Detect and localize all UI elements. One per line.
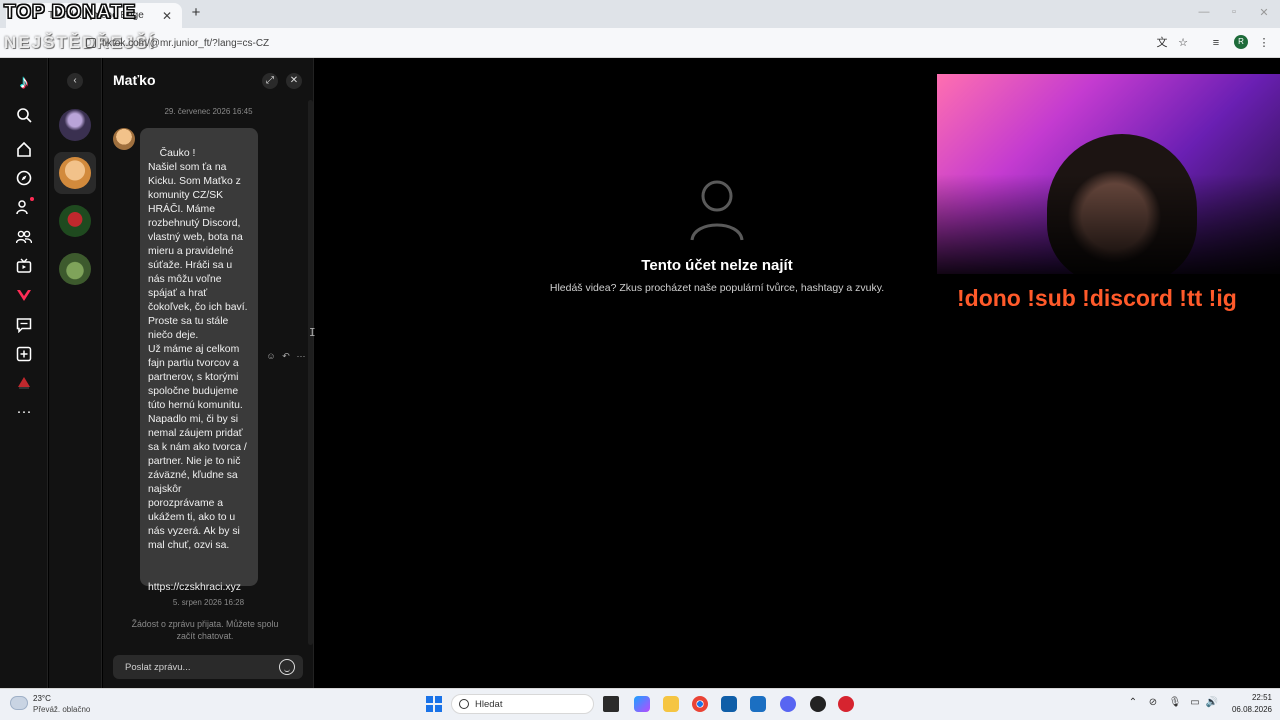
conversation-avatar-melon[interactable] — [59, 205, 91, 237]
volume-icon[interactable]: 🔊 — [1205, 697, 1219, 708]
new-tab-button[interactable]: + — [188, 5, 204, 21]
message-input[interactable] — [113, 655, 273, 679]
search-icon[interactable] — [12, 103, 36, 127]
minimize-icon[interactable]: — — [1196, 6, 1212, 18]
copilot-icon[interactable] — [634, 696, 650, 712]
user-placeholder-icon — [690, 180, 744, 241]
nav-rail: ♪ ··· — [0, 58, 48, 688]
text-cursor-icon: I — [309, 326, 316, 339]
clock-date[interactable]: 06.08.2026 — [1224, 705, 1272, 714]
sender-avatar[interactable] — [113, 128, 135, 150]
shop-icon[interactable] — [12, 283, 36, 307]
expand-chat-button[interactable]: ⤢ — [262, 73, 278, 89]
stream-overlay-title: TOP DONATE — [3, 2, 137, 24]
profile-icon[interactable]: R — [1234, 35, 1248, 49]
conversation-avatar-matko[interactable] — [59, 157, 91, 189]
clock-time[interactable]: 22:51 — [1236, 693, 1272, 702]
screen: TikTok ... jmeno Enge ✕ + — ▫ ✕ TOP DONA… — [0, 0, 1280, 720]
account-not-found-title: Tento účet nelze najít — [641, 257, 793, 274]
system-message: Žádost o zprávu přijata. Můžete spolu za… — [131, 619, 279, 641]
more-icon[interactable]: ··· — [12, 399, 36, 423]
weather-temperature: 23°C — [33, 694, 51, 703]
upload-icon[interactable] — [12, 342, 36, 366]
display-icon[interactable]: ▭ — [1188, 697, 1202, 708]
taskbar-search[interactable]: Hledat — [451, 694, 594, 714]
microphone-icon[interactable]: 🎙 — [1168, 697, 1182, 708]
url-text: tiktok.com/@mr.junior_ft/?lang=cs-CZ — [102, 37, 270, 49]
react-icon[interactable]: ☺ — [265, 351, 277, 361]
network-off-icon[interactable]: ⊘ — [1146, 697, 1160, 708]
chrome-icon[interactable] — [692, 696, 708, 712]
home-icon[interactable] — [12, 137, 36, 161]
conversation-list — [49, 58, 102, 688]
search-icon — [459, 699, 469, 709]
chat-title: Maťko — [113, 72, 156, 88]
webcam-overlay — [937, 74, 1280, 274]
collapse-conversations-button[interactable]: ‹ — [67, 73, 83, 89]
outlook-icon[interactable] — [750, 696, 766, 712]
friends-icon[interactable] — [12, 225, 36, 249]
message-composer[interactable] — [113, 655, 303, 679]
notification-dot — [30, 197, 34, 201]
explore-icon[interactable] — [12, 166, 36, 190]
message-timestamp: 29. červenec 2026 16:45 — [164, 107, 253, 116]
message-timestamp-2: 5. srpen 2026 16:28 — [172, 598, 245, 607]
store-icon[interactable] — [721, 696, 737, 712]
melon-icon[interactable] — [12, 371, 36, 395]
task-view-icon[interactable] — [603, 696, 619, 712]
translate-icon[interactable]: 文 — [1154, 35, 1170, 51]
account-not-found-subtitle: Hledáš videa? Zkus procházet naše populá… — [549, 282, 885, 294]
stream-commands: !dono !sub !discord !tt !ig — [957, 285, 1237, 311]
messages-icon[interactable] — [12, 313, 36, 337]
close-window-icon[interactable]: ✕ — [1256, 6, 1272, 19]
start-button[interactable] — [426, 696, 442, 712]
app-icon[interactable] — [838, 696, 854, 712]
taskbar-search-label: Hledat — [475, 699, 503, 710]
tray-overflow-icon[interactable]: ⌃ — [1126, 697, 1140, 708]
obs-icon[interactable] — [810, 696, 826, 712]
file-explorer-icon[interactable] — [663, 696, 679, 712]
emoji-icon[interactable] — [279, 659, 295, 675]
conversation-avatar-1[interactable] — [59, 109, 91, 141]
menu-icon[interactable]: ⋮ — [1256, 35, 1272, 51]
conversation-avatar-4[interactable] — [59, 253, 91, 285]
weather-icon[interactable] — [10, 696, 28, 710]
reply-icon[interactable]: ↶ — [280, 351, 292, 362]
close-chat-button[interactable]: ✕ — [286, 73, 302, 89]
site-info-icon[interactable] — [86, 38, 96, 48]
tab-close-icon[interactable]: ✕ — [160, 9, 174, 23]
message-text: Čauko ! Našiel som ťa na Kicku. Som Maťk… — [148, 148, 248, 551]
message-bubble: Čauko ! Našiel som ťa na Kicku. Som Maťk… — [140, 128, 258, 593]
live-icon[interactable] — [12, 254, 36, 278]
maximize-icon[interactable]: ▫ — [1226, 6, 1242, 18]
browser-tab-bar: TikTok ... jmeno Enge ✕ + — ▫ ✕ — [0, 0, 1280, 28]
star-icon[interactable]: ☆ — [1175, 35, 1191, 51]
url-field[interactable]: tiktok.com/@mr.junior_ft/?lang=cs-CZ — [86, 34, 269, 52]
playlist-icon[interactable]: ≡ — [1208, 35, 1224, 51]
more-options-icon[interactable]: ··· — [295, 351, 307, 361]
discord-icon[interactable] — [780, 696, 796, 712]
chat-scrollbar[interactable] — [308, 100, 313, 645]
weather-description: Převáž. oblačno — [33, 705, 91, 714]
message-link[interactable]: https://czskhraci.xyz — [148, 581, 250, 595]
tiktok-logo-icon[interactable]: ♪ — [12, 70, 36, 94]
following-icon[interactable] — [12, 195, 36, 219]
